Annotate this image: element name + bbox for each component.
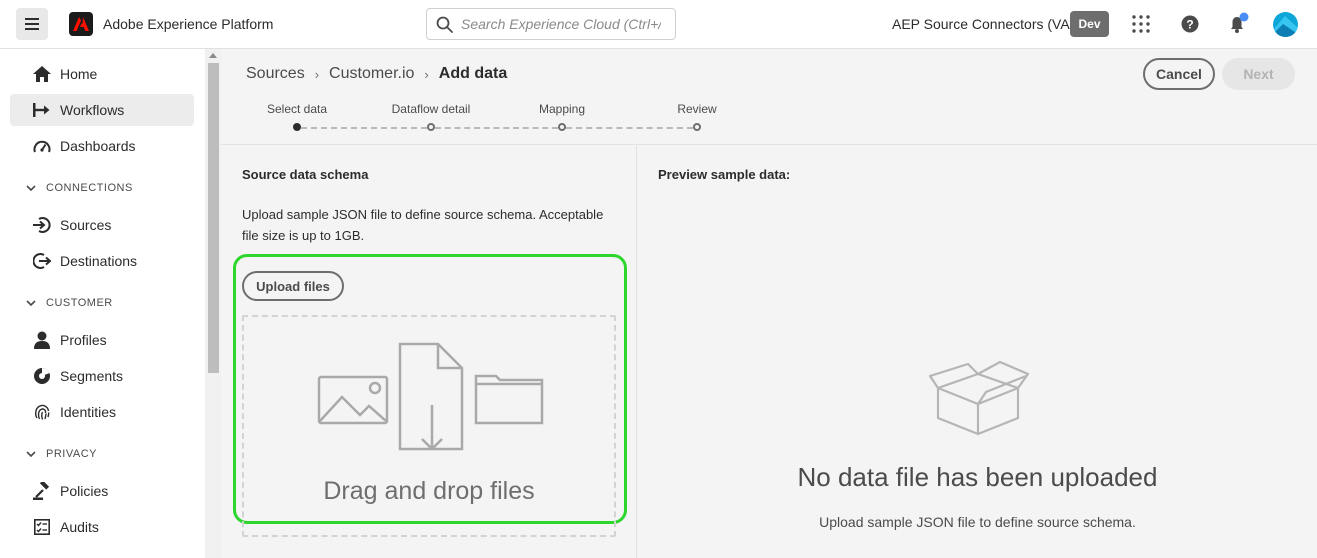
home-icon — [32, 64, 52, 84]
nav-section-connections[interactable]: CONNECTIONS — [26, 182, 133, 194]
step-dataflow-detail[interactable]: Dataflow detail — [392, 102, 471, 116]
step-dot — [427, 123, 435, 131]
nav-segments[interactable]: Segments — [10, 360, 194, 392]
nav-label: Sources — [60, 217, 112, 233]
workflow-header: Sources › Customer.io › Add data Cancel … — [221, 49, 1317, 145]
nav-policies[interactable]: Policies — [10, 475, 194, 507]
workflows-icon — [32, 100, 52, 120]
app-title[interactable]: Adobe Experience Platform — [103, 16, 273, 32]
nav-audits[interactable]: Audits — [10, 511, 194, 543]
segments-icon — [32, 366, 52, 386]
step-review[interactable]: Review — [677, 102, 716, 116]
identities-icon — [32, 402, 52, 422]
dashboards-icon — [32, 136, 52, 156]
help-icon[interactable]: ? — [1178, 12, 1202, 36]
nav-destinations[interactable]: Destinations — [10, 245, 194, 277]
step-connector — [301, 127, 427, 129]
nav-label: Home — [60, 66, 98, 82]
nav-label: Dashboards — [60, 138, 136, 154]
notification-bell-icon[interactable] — [1226, 12, 1250, 36]
nav-label: Identities — [60, 404, 117, 420]
nav-sources[interactable]: Sources — [10, 209, 194, 241]
nav-workflows[interactable]: Workflows — [10, 94, 194, 126]
sidebar-scrollbar[interactable] — [205, 49, 221, 558]
apps-grid-icon[interactable] — [1129, 12, 1153, 36]
menu-icon — [25, 18, 39, 30]
section-description: Upload sample JSON file to define source… — [242, 207, 604, 243]
nav-home[interactable]: Home — [10, 58, 194, 90]
nav-label: Workflows — [60, 102, 125, 118]
adobe-logo[interactable] — [69, 12, 93, 36]
menu-button[interactable] — [16, 8, 48, 40]
empty-state-description: Upload sample JSON file to define source… — [819, 514, 1136, 530]
step-mapping[interactable]: Mapping — [539, 102, 585, 116]
top-bar: Adobe Experience Platform AEP Source Con… — [0, 0, 1317, 49]
step-dot — [558, 123, 566, 131]
upload-files-button[interactable]: Upload files — [242, 271, 344, 301]
org-switcher[interactable]: AEP Source Connectors (VA7) — [892, 16, 1082, 32]
policies-icon — [32, 481, 52, 501]
preview-panel: Preview sample data: No data file has be… — [638, 146, 1317, 558]
nav-label: Policies — [60, 483, 109, 499]
sources-icon — [32, 215, 52, 235]
svg-text:?: ? — [1186, 18, 1193, 32]
nav-identities[interactable]: Identities — [10, 396, 194, 428]
step-dot — [693, 123, 701, 131]
nav-label: Destinations — [60, 253, 138, 269]
preview-title: Preview sample data: — [658, 167, 791, 182]
workflow-stepper: Select data Dataflow detail Mapping Revi… — [221, 49, 1317, 145]
left-nav: Home Workflows Dashboards CONNECTIONS So… — [0, 49, 205, 558]
user-avatar[interactable] — [1273, 12, 1298, 37]
nav-label: Segments — [60, 368, 124, 384]
env-badge[interactable]: Dev — [1070, 11, 1109, 37]
search-icon — [436, 16, 453, 33]
global-search[interactable] — [426, 8, 676, 40]
nav-section-customer[interactable]: CUSTOMER — [26, 297, 113, 309]
step-connector — [435, 127, 558, 129]
destinations-icon — [32, 251, 52, 271]
chevron-down-icon — [26, 300, 36, 306]
nav-section-privacy[interactable]: PRIVACY — [26, 448, 97, 460]
nav-label: Audits — [60, 519, 99, 535]
step-dot-current — [293, 123, 301, 131]
section-title: Source data schema — [242, 167, 369, 182]
audits-icon — [32, 517, 52, 537]
nav-dashboards[interactable]: Dashboards — [10, 130, 194, 162]
scroll-up-arrow[interactable] — [209, 53, 217, 58]
step-connector — [566, 127, 693, 129]
nav-profiles[interactable]: Profiles — [10, 324, 194, 356]
step-select-data[interactable]: Select data — [267, 102, 327, 116]
drag-drop-illustration-icon — [317, 342, 544, 451]
chevron-down-icon — [26, 185, 36, 191]
profiles-icon — [32, 330, 52, 350]
scroll-thumb[interactable] — [208, 63, 219, 373]
empty-box-icon — [928, 360, 1030, 436]
drop-hint: Drag and drop files — [323, 477, 535, 505]
drop-zone[interactable]: Drag and drop files — [242, 315, 616, 537]
empty-state-title: No data file has been uploaded — [797, 462, 1158, 492]
source-schema-panel: Source data schema Upload sample JSON fi… — [221, 146, 637, 558]
nav-label: Profiles — [60, 332, 107, 348]
chevron-down-icon — [26, 451, 36, 457]
main-content: Sources › Customer.io › Add data Cancel … — [221, 49, 1317, 558]
search-input[interactable] — [461, 16, 661, 32]
